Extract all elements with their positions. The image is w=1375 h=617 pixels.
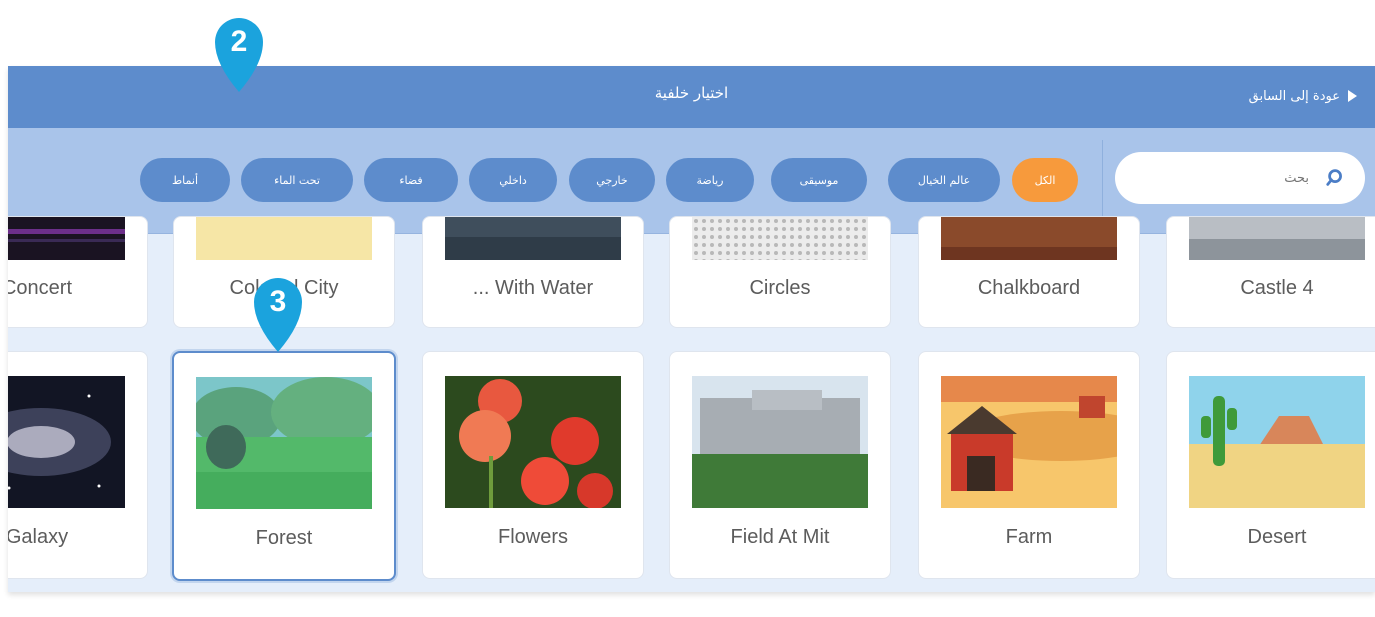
backdrop-thumbnail: [196, 377, 372, 509]
backdrop-card-concert[interactable]: Concert: [8, 216, 148, 328]
category-label: خارجي: [596, 173, 628, 187]
backdrop-card-farm[interactable]: Farm: [918, 351, 1140, 579]
backdrop-card-chalkboard[interactable]: Chalkboard: [918, 216, 1140, 328]
backdrop-name: Forest: [255, 527, 313, 549]
backdrop-card-circles[interactable]: Circles: [669, 216, 891, 328]
backdrop-name: Field At Mit: [730, 526, 830, 548]
backdrop-name: Chalkboard: [977, 277, 1081, 299]
category-all[interactable]: الكل: [1012, 158, 1078, 202]
backdrop-name: Flowers: [497, 526, 568, 548]
backdrop-name: Desert: [1247, 526, 1307, 548]
category-label: الكل: [1034, 173, 1056, 187]
backdrop-thumbnail: [196, 217, 372, 260]
search-box[interactable]: [1115, 152, 1365, 204]
category-label: أنماط: [172, 173, 199, 187]
step-number: 3: [269, 285, 287, 318]
backdrop-library-panel: اختيار خلفية عودة إلى السابق الكل عالم ا…: [8, 66, 1375, 592]
category-label: داخلي: [499, 173, 527, 187]
backdrop-name: Farm: [1005, 526, 1053, 548]
backdrop-thumbnail: [8, 376, 125, 508]
backdrop-name: ... With Water: [472, 277, 594, 299]
backdrop-name: Circles: [749, 277, 811, 299]
backdrop-card-field-at-mit[interactable]: Field At Mit: [669, 351, 891, 579]
backdrop-name: Concert: [8, 277, 73, 299]
back-arrow-icon: [1348, 90, 1357, 102]
category-outdoors[interactable]: خارجي: [569, 158, 655, 202]
category-patterns[interactable]: أنماط: [140, 158, 230, 202]
backdrop-card-galaxy[interactable]: Galaxy: [8, 351, 148, 579]
search-icon: [1326, 169, 1342, 186]
backdrop-thumbnail: [692, 217, 868, 260]
back-button[interactable]: عودة إلى السابق: [1239, 78, 1375, 114]
backdrop-thumbnail: [1189, 217, 1365, 260]
backdrop-thumbnail: [692, 376, 868, 508]
back-button-label: عودة إلى السابق: [1248, 88, 1340, 104]
category-underwater[interactable]: تحت الماء: [241, 158, 353, 202]
step-marker-2: 2: [213, 16, 265, 92]
search-input[interactable]: [1157, 169, 1311, 187]
step-number: 2: [230, 25, 248, 58]
backdrop-thumbnail: [8, 217, 125, 260]
backdrop-thumbnail: [445, 217, 621, 260]
backdrop-thumbnail: [445, 376, 621, 508]
category-label: فضاء: [399, 173, 423, 187]
category-fantasy[interactable]: عالم الخيال: [888, 158, 1000, 202]
backdrop-name: Castle 4: [1240, 277, 1314, 299]
backdrop-card-with-water[interactable]: ... With Water: [422, 216, 644, 328]
filter-divider: [1102, 140, 1103, 220]
backdrop-card-desert[interactable]: Desert: [1166, 351, 1375, 579]
category-music[interactable]: موسيقى: [771, 158, 867, 202]
backdrop-thumbnail: [1189, 376, 1365, 508]
backdrop-name: Galaxy: [8, 526, 69, 548]
category-space[interactable]: فضاء: [364, 158, 458, 202]
backdrop-card-flowers[interactable]: Flowers: [422, 351, 644, 579]
category-label: موسيقى: [799, 173, 839, 187]
category-label: رياضة: [696, 173, 724, 187]
step-marker-3: 3: [252, 276, 304, 352]
backdrop-card-castle-4[interactable]: Castle 4: [1166, 216, 1375, 328]
category-label: عالم الخيال: [917, 173, 971, 187]
category-sports[interactable]: رياضة: [666, 158, 754, 202]
backdrop-thumbnail: [941, 217, 1117, 260]
backdrop-thumbnail: [941, 376, 1117, 508]
category-indoors[interactable]: داخلي: [469, 158, 557, 202]
category-label: تحت الماء: [274, 173, 320, 187]
backdrop-card-forest[interactable]: Forest: [172, 351, 396, 581]
